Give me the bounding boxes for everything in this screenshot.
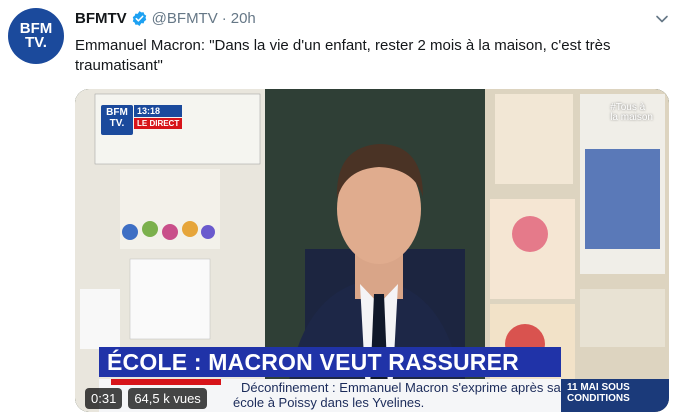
tweet-text: Emmanuel Macron: "Dans la vie d'un enfan… <box>75 37 611 74</box>
avatar-text-line2: TV. <box>25 34 47 51</box>
live-label: LE DIRECT <box>134 118 183 129</box>
video-duration: 0:31 <box>85 387 123 409</box>
video-overlay-info: 0:31 64,5 k vues <box>85 387 207 409</box>
video-player[interactable]: BFM TV. 13:18 LE DIRECT #Tous à la maiso… <box>75 89 669 412</box>
avatar[interactable]: BFM TV. <box>8 8 64 64</box>
channel-logo: BFM TV. <box>101 105 133 135</box>
verified-icon <box>132 11 146 26</box>
ticker-line2: école à Poissy dans les Yvelines. <box>233 395 425 410</box>
separator-dot: · <box>221 10 227 27</box>
channel-logo-line1: BFM <box>106 107 128 118</box>
ticker-line1: Déconfinement : Emmanuel Macron s'exprim… <box>241 380 561 395</box>
chevron-down-icon[interactable] <box>655 12 669 26</box>
headline-banner: ÉCOLE : MACRON VEUT RASSURER <box>99 347 561 377</box>
side-line2: CONDITIONS <box>567 393 630 404</box>
author-name[interactable]: BFMTV <box>75 10 127 27</box>
side-info-box: 11 MAI SOUS CONDITIONS <box>561 379 669 412</box>
tweet-timestamp[interactable]: 20h <box>231 10 256 27</box>
watermark-line2: la maison <box>610 112 653 123</box>
view-count: 64,5 k vues <box>128 387 207 409</box>
channel-logo-line2: TV. <box>109 118 125 129</box>
broadcast-clock: 13:18 <box>134 105 183 117</box>
author-handle[interactable]: @BFMTV <box>152 10 218 27</box>
ticker-red-tab <box>111 379 221 385</box>
channel-badge: BFM TV. 13:18 LE DIRECT <box>101 105 183 135</box>
hashtag-watermark: #Tous à la maison <box>610 103 653 123</box>
tweet-header: BFMTV @BFMTV · 20h <box>75 10 256 27</box>
side-line1: 11 MAI SOUS <box>567 382 630 393</box>
